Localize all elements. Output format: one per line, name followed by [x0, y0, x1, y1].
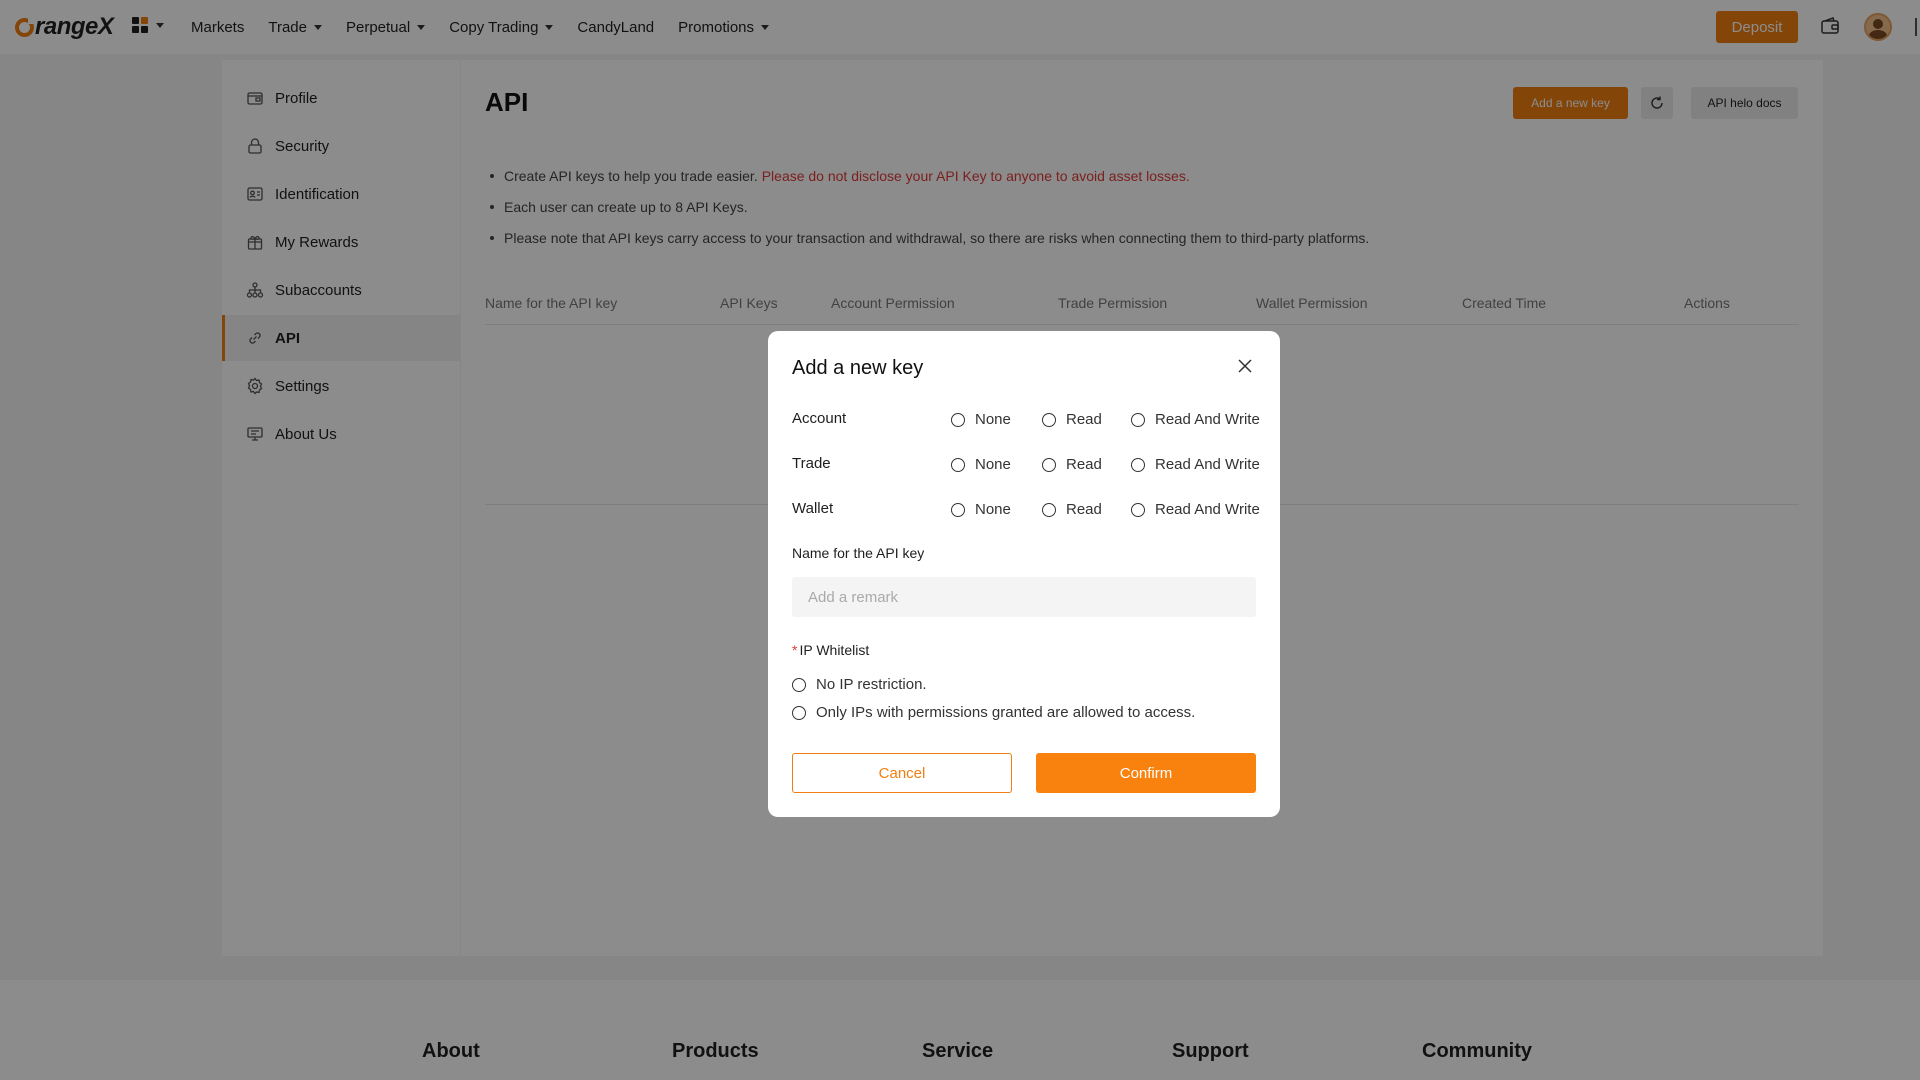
radio-circle-icon — [1042, 457, 1056, 472]
ip-whitelist-label: * IP Whitelist — [792, 642, 869, 658]
radio-label: Read — [1066, 456, 1102, 473]
radio-circle-icon — [1131, 502, 1145, 517]
radio-circle-icon — [951, 412, 965, 427]
radio-label: Read And Write — [1155, 501, 1260, 518]
radio-circle-icon — [951, 502, 965, 517]
confirm-button[interactable]: Confirm — [1036, 753, 1256, 793]
radio-circle-icon — [792, 677, 806, 692]
radio-label: Only IPs with permissions granted are al… — [816, 704, 1196, 721]
cancel-button[interactable]: Cancel — [792, 753, 1012, 793]
radio-label: None — [975, 456, 1011, 473]
radio-circle-icon — [1131, 457, 1145, 472]
close-icon[interactable] — [1236, 357, 1254, 375]
radio-label: None — [975, 411, 1011, 428]
wallet-read-radio[interactable]: Read — [1042, 501, 1102, 518]
radio-label: None — [975, 501, 1011, 518]
wallet-read-write-radio[interactable]: Read And Write — [1131, 501, 1260, 518]
radio-label: Read And Write — [1155, 411, 1260, 428]
permitted-ips-only-radio[interactable]: Only IPs with permissions granted are al… — [792, 704, 1195, 721]
radio-circle-icon — [792, 705, 806, 720]
radio-circle-icon — [1042, 412, 1056, 427]
add-key-dialog: Add a new key Account None Read Read And… — [768, 331, 1280, 817]
radio-label: Read — [1066, 411, 1102, 428]
api-key-name-label: Name for the API key — [792, 545, 925, 561]
wallet-permission-label: Wallet — [792, 500, 834, 517]
no-ip-restriction-radio[interactable]: No IP restriction. — [792, 676, 927, 693]
required-asterisk: * — [792, 642, 798, 658]
api-key-name-input[interactable] — [792, 577, 1256, 617]
radio-label: Read And Write — [1155, 456, 1260, 473]
account-read-radio[interactable]: Read — [1042, 411, 1102, 428]
account-read-write-radio[interactable]: Read And Write — [1131, 411, 1260, 428]
radio-label: No IP restriction. — [816, 676, 927, 693]
account-none-radio[interactable]: None — [951, 411, 1011, 428]
wallet-none-radio[interactable]: None — [951, 501, 1011, 518]
radio-circle-icon — [951, 457, 965, 472]
trade-read-radio[interactable]: Read — [1042, 456, 1102, 473]
dialog-title: Add a new key — [792, 357, 924, 379]
trade-none-radio[interactable]: None — [951, 456, 1011, 473]
trade-permission-label: Trade — [792, 455, 831, 472]
ip-whitelist-text: IP Whitelist — [799, 642, 870, 658]
radio-circle-icon — [1131, 412, 1145, 427]
trade-read-write-radio[interactable]: Read And Write — [1131, 456, 1260, 473]
radio-circle-icon — [1042, 502, 1056, 517]
account-permission-label: Account — [792, 410, 847, 427]
radio-label: Read — [1066, 501, 1102, 518]
